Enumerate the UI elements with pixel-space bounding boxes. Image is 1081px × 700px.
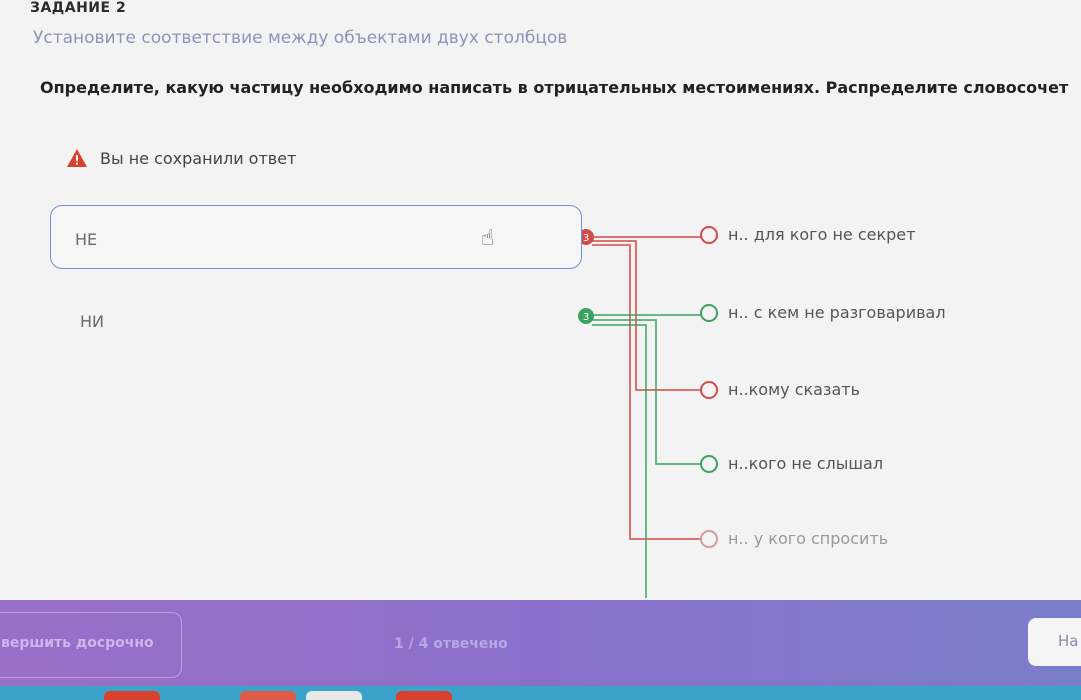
footer-bar: вершить досрочно 1 / 4 отвечено На <box>0 600 1081 686</box>
progress-status: 1 / 4 отвечено <box>394 636 508 652</box>
green-connection-2 <box>592 319 705 465</box>
connector-ring-icon[interactable] <box>700 529 718 548</box>
right-item-label: н.. с кем не разговаривал <box>728 303 946 322</box>
finish-early-button[interactable]: вершить досрочно <box>0 612 182 678</box>
right-item-label: н.. для кого не секрет <box>728 225 916 244</box>
red-connection-3 <box>592 244 705 540</box>
right-item-2[interactable]: н.. с кем не разговаривал <box>700 303 946 322</box>
taskbar-app-icon[interactable] <box>104 691 160 700</box>
connector-ring-icon[interactable] <box>700 380 718 399</box>
connector-ring-icon[interactable] <box>700 454 718 473</box>
right-item-1[interactable]: н.. для кого не секрет <box>700 225 915 244</box>
right-item-label: н..кому сказать <box>728 380 861 399</box>
left-item-ni[interactable]: НИ <box>50 290 582 354</box>
taskbar-app-icon[interactable] <box>306 691 362 700</box>
next-button-label: На <box>1058 632 1079 650</box>
right-item-3[interactable]: н..кому сказать <box>700 380 860 399</box>
hand-cursor-icon: ☝ <box>481 226 495 251</box>
left-item-label: НИ <box>80 312 104 331</box>
green-connection-3 <box>592 324 647 598</box>
connector-ring-icon[interactable] <box>700 303 718 322</box>
left-item-ne[interactable]: НЕ ☝ <box>50 205 582 269</box>
taskbar-app-icon[interactable] <box>240 691 296 700</box>
left-item-label: НЕ <box>75 230 98 249</box>
right-item-4[interactable]: н..кого не слышал <box>700 454 883 473</box>
ne-badge-count: 3 <box>583 233 589 244</box>
next-button[interactable]: На <box>1028 618 1081 666</box>
taskbar-app-icon[interactable] <box>396 691 452 700</box>
finish-early-label: вершить досрочно <box>1 635 154 651</box>
right-item-label: н..кого не слышал <box>728 454 884 473</box>
right-item-5[interactable]: н.. у кого спросить <box>700 529 888 548</box>
connector-ring-icon[interactable] <box>700 225 718 244</box>
taskbar <box>0 686 1081 700</box>
ni-badge-count: 3 <box>583 312 589 323</box>
right-item-label: н.. у кого спросить <box>728 529 889 548</box>
